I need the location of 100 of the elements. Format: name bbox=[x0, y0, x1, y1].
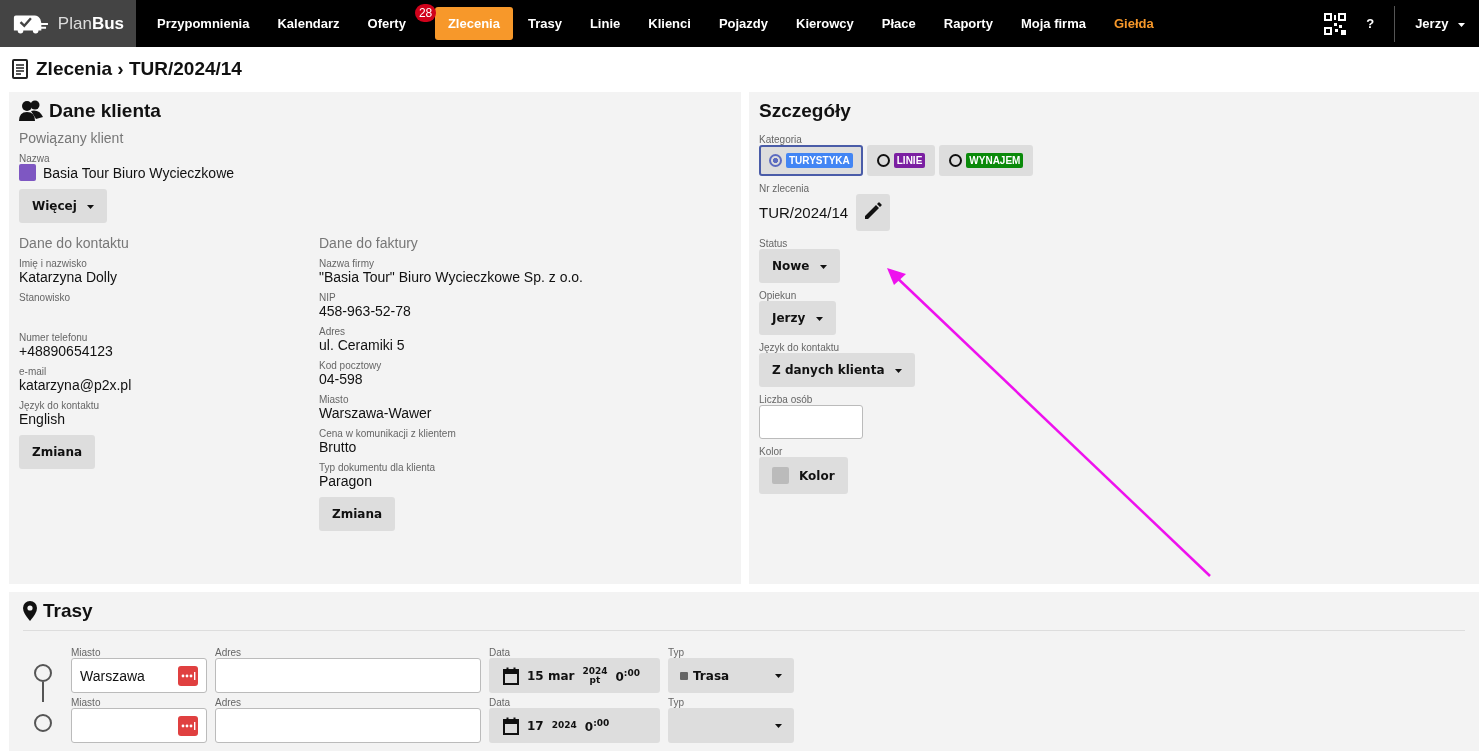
nav-link[interactable]: Linie bbox=[576, 7, 634, 40]
help-link[interactable]: ? bbox=[1366, 16, 1375, 31]
field-value: +48890654123 bbox=[19, 343, 114, 359]
field-label: Nazwa bbox=[19, 153, 51, 164]
caret-icon bbox=[775, 724, 782, 728]
field-value: katarzyna@p2x.pl bbox=[19, 377, 133, 393]
caret-icon bbox=[815, 316, 823, 321]
field-label: Język do kontaktu bbox=[19, 400, 101, 411]
field-label: Status bbox=[759, 238, 789, 249]
field-label: Data bbox=[489, 697, 512, 708]
type-dropdown[interactable]: Trasa bbox=[668, 658, 794, 693]
nav-link[interactable]: Kierowcy bbox=[783, 7, 867, 40]
field-label: Kolor bbox=[759, 446, 784, 457]
square-icon bbox=[680, 671, 688, 680]
caret-icon bbox=[87, 204, 95, 209]
field-value: "Basia Tour" Biuro Wycieczkowe Sp. z o.o. bbox=[319, 269, 584, 285]
field-label: Imię i nazwisko bbox=[19, 258, 88, 269]
field-value: 458-963-52-78 bbox=[319, 303, 412, 319]
field-label: Typ dokumentu dla klienta bbox=[319, 462, 437, 473]
more-dropdown-button[interactable]: Więcej bbox=[19, 189, 108, 223]
color-picker-button[interactable]: Kolor bbox=[759, 457, 848, 494]
category-radio[interactable]: WYNAJEM bbox=[939, 145, 1034, 176]
nav-link[interactable]: Kalendarz bbox=[264, 7, 353, 40]
field-value: Paragon bbox=[319, 473, 373, 489]
field-value: 04-598 bbox=[319, 371, 364, 387]
field-label: Język do kontaktu bbox=[759, 342, 841, 353]
field-label: Cena w komunikacji z klientem bbox=[319, 428, 457, 439]
field-label: Adres bbox=[215, 647, 243, 658]
category-radio[interactable]: TURYSTYKA bbox=[759, 145, 863, 176]
field-value: English bbox=[19, 411, 66, 427]
change-button[interactable]: Zmiana bbox=[319, 497, 396, 531]
field-value: Brutto bbox=[319, 439, 358, 455]
section-heading: Dane do faktury bbox=[319, 235, 419, 251]
change-button[interactable]: Zmiana bbox=[19, 435, 96, 469]
nav-link[interactable]: Płace bbox=[868, 7, 929, 40]
field-label: Kategoria bbox=[759, 134, 803, 145]
caret-icon bbox=[1458, 22, 1465, 27]
field-label: Nr zlecenia bbox=[759, 183, 811, 194]
address-field[interactable] bbox=[215, 658, 481, 693]
users-icon bbox=[19, 100, 43, 122]
category-radio[interactable]: LINIE bbox=[866, 145, 936, 176]
field-label: Data bbox=[489, 647, 512, 658]
field-label: Miasto bbox=[71, 647, 102, 658]
field-label: Numer telefonu bbox=[19, 332, 89, 343]
route-stop-marker bbox=[34, 714, 52, 732]
client-name: Basia Tour Biuro Wycieczkowe bbox=[43, 164, 235, 181]
city-field[interactable]: Warszawa bbox=[71, 658, 207, 693]
field-label: Adres bbox=[319, 326, 347, 337]
panel-title: Dane klienta bbox=[49, 100, 161, 122]
more-options-icon[interactable] bbox=[178, 715, 198, 736]
field-value: ul. Ceramiki 5 bbox=[319, 337, 406, 353]
calendar-icon bbox=[503, 666, 519, 685]
caret-icon bbox=[894, 368, 902, 373]
field-value: Warszawa-Wawer bbox=[319, 405, 433, 421]
nav-link[interactable]: Pojazdy bbox=[705, 7, 781, 40]
caret-icon bbox=[819, 264, 827, 269]
count-badge: 28 bbox=[414, 4, 437, 22]
qr-code-icon[interactable] bbox=[1324, 12, 1347, 35]
field-label: Typ bbox=[668, 647, 686, 658]
dropdown-button[interactable]: Jerzy bbox=[759, 301, 836, 335]
field-label: Stanowisko bbox=[19, 292, 72, 303]
section-heading: Dane do kontaktu bbox=[19, 235, 130, 251]
field-label: Adres bbox=[215, 697, 243, 708]
document-icon bbox=[12, 59, 28, 79]
pencil-icon bbox=[864, 202, 883, 220]
dropdown-button[interactable]: Z danych klienta bbox=[759, 353, 915, 387]
page-title: Zlecenia › TUR/2024/14 bbox=[36, 58, 242, 80]
edit-button[interactable] bbox=[856, 194, 891, 231]
nav-link[interactable]: Klienci bbox=[635, 7, 704, 40]
panel-title: Szczegóły bbox=[759, 100, 852, 122]
date-button[interactable]: 17 2024 0$^{:00}$ bbox=[489, 708, 660, 743]
nav-link[interactable]: Moja firma bbox=[1007, 7, 1099, 40]
address-field[interactable] bbox=[215, 708, 481, 743]
caret-icon bbox=[775, 674, 782, 678]
calendar-icon bbox=[503, 716, 519, 735]
nav-link[interactable]: Raporty bbox=[930, 7, 1006, 40]
nav-link[interactable]: Giełda bbox=[1100, 7, 1167, 40]
panel-title: Trasy bbox=[43, 600, 93, 622]
planbus-logo[interactable]: PlanBus bbox=[0, 0, 136, 47]
field-label: Miasto bbox=[71, 697, 102, 708]
field-label: Miasto bbox=[319, 394, 350, 405]
dropdown-button[interactable]: Nowe bbox=[759, 249, 840, 283]
user-menu[interactable]: Jerzy bbox=[1415, 16, 1465, 31]
order-number: TUR/2024/14 bbox=[759, 204, 849, 221]
field-value: Katarzyna Dolly bbox=[19, 269, 119, 285]
field-label: Kod pocztowy bbox=[319, 360, 383, 371]
map-pin-icon bbox=[23, 601, 37, 621]
field-label: e-mail bbox=[19, 366, 48, 377]
city-field[interactable] bbox=[71, 708, 207, 743]
nav-link[interactable]: Przypomnienia bbox=[144, 7, 263, 40]
field-label: NIP bbox=[319, 292, 337, 303]
field-label: Liczba osób bbox=[759, 394, 814, 405]
nav-link[interactable]: Trasy bbox=[514, 7, 575, 40]
field-label: Typ bbox=[668, 697, 686, 708]
section-heading: Powiązany klient bbox=[19, 130, 125, 146]
more-options-icon[interactable] bbox=[178, 665, 198, 686]
van-check-icon bbox=[12, 12, 50, 35]
field-label: Opiekun bbox=[759, 290, 798, 301]
field-label: Nazwa firmy bbox=[319, 258, 375, 269]
people-count-field[interactable] bbox=[759, 405, 863, 439]
